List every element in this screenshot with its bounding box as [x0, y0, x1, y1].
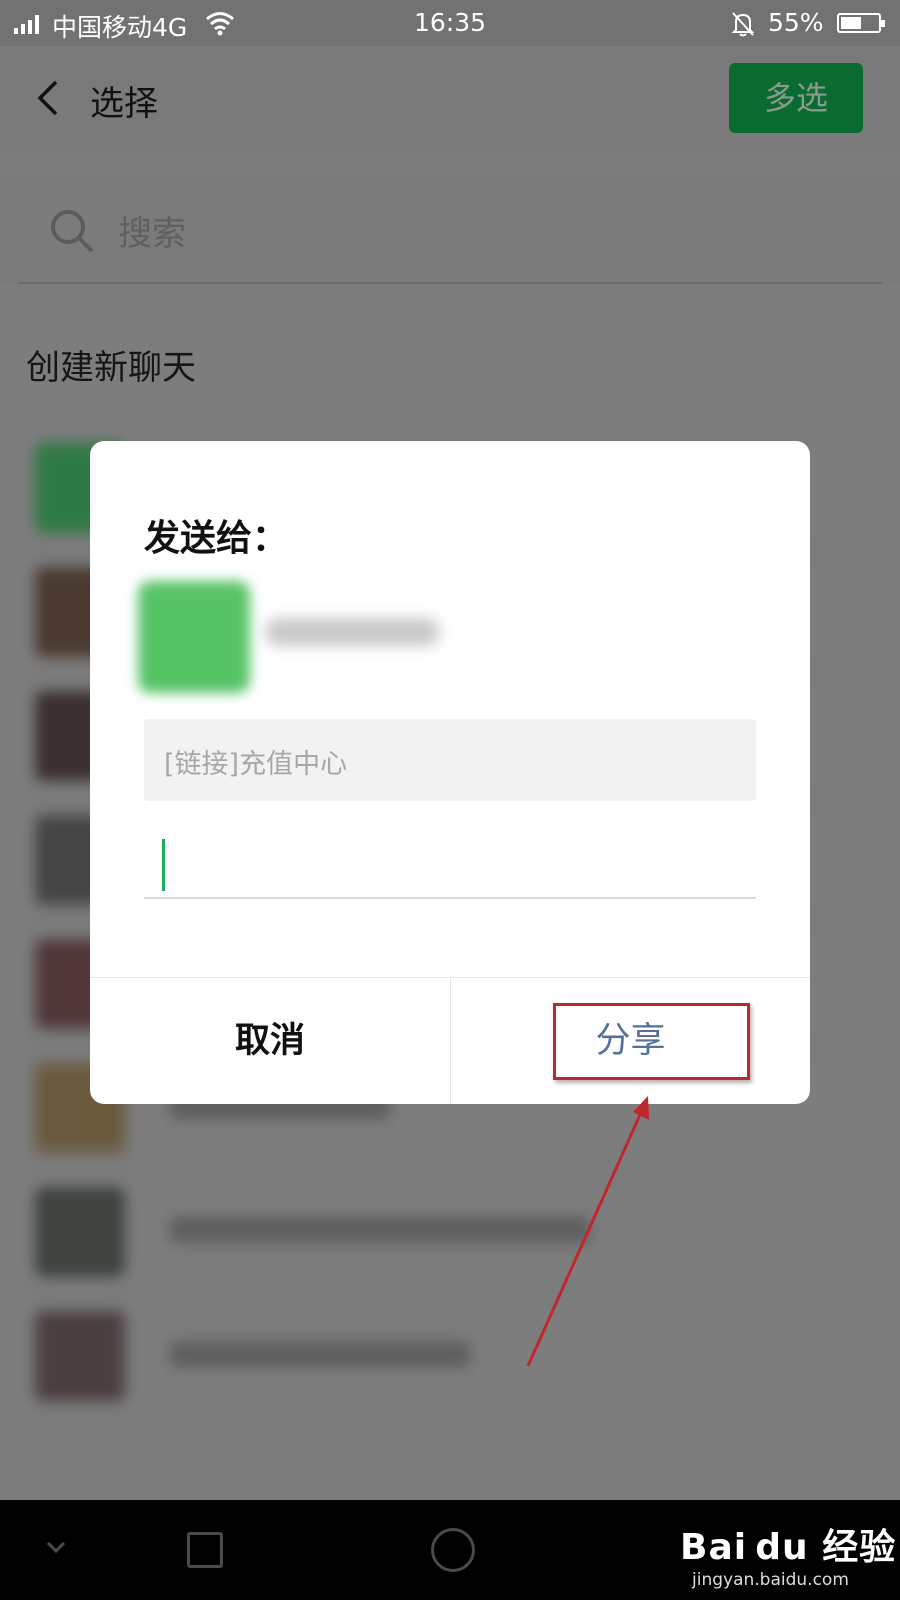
watermark: Bai du 经验 jingyan.baidu.com [680, 1518, 896, 1590]
nav-bar: Bai du 经验 jingyan.baidu.com [0, 1500, 900, 1600]
nav-recent-icon[interactable] [431, 1528, 475, 1572]
annotation-arrow [526, 1096, 649, 1367]
watermark-url: jingyan.baidu.com [692, 1570, 849, 1590]
nav-home-icon[interactable] [187, 1532, 223, 1568]
nav-back-icon[interactable] [45, 1540, 67, 1554]
watermark-logo: Bai du 经验 [680, 1527, 897, 1568]
